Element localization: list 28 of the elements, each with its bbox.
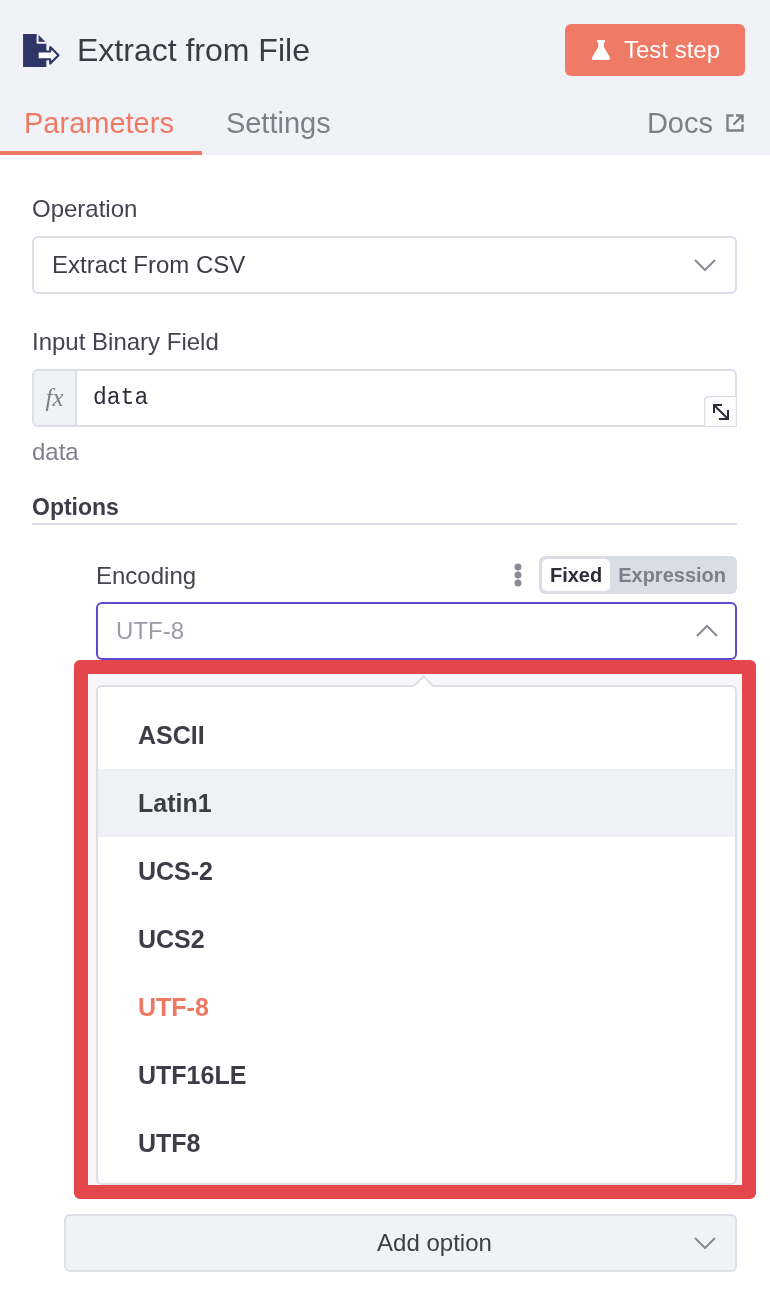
dropdown-option[interactable]: UTF16LE [98,1041,735,1109]
expression-prefix: fx [32,369,76,427]
dropdown-select[interactable]: Extract From CSV [32,236,737,294]
external-link-icon [725,113,745,133]
expand-icon[interactable] [704,396,737,427]
dropdown-option[interactable]: Latin1 [98,769,735,837]
more-options-icon[interactable] [513,563,522,587]
dropdown-option[interactable]: UCS-2 [98,837,735,905]
chevron-down-icon [693,258,717,272]
input-field[interactable]: data [76,369,737,427]
node-title: Extract from File [77,31,310,69]
field-label: Operation [32,194,138,224]
docs-link[interactable]: Docs [646,95,745,155]
field-hint: data [32,437,79,467]
field-label: Encoding [96,560,197,591]
file-export-icon [23,33,60,67]
add-option-button[interactable]: Add option [64,1214,737,1272]
field-label: Input Binary Field [32,327,219,357]
dropdown-option[interactable]: UTF8 [98,1109,735,1177]
dropdown-option[interactable]: UCS2 [98,905,735,973]
dropdown-select[interactable]: UTF-8 [96,602,737,660]
tab[interactable]: Settings [201,95,359,155]
flask-icon [590,39,611,61]
chevron-down-icon [693,1236,717,1250]
section-heading: Options [32,493,119,522]
dropdown-option[interactable]: ASCII [98,701,735,769]
mode-tab[interactable]: Fixed [541,559,611,591]
chevron-up-icon [695,624,719,638]
